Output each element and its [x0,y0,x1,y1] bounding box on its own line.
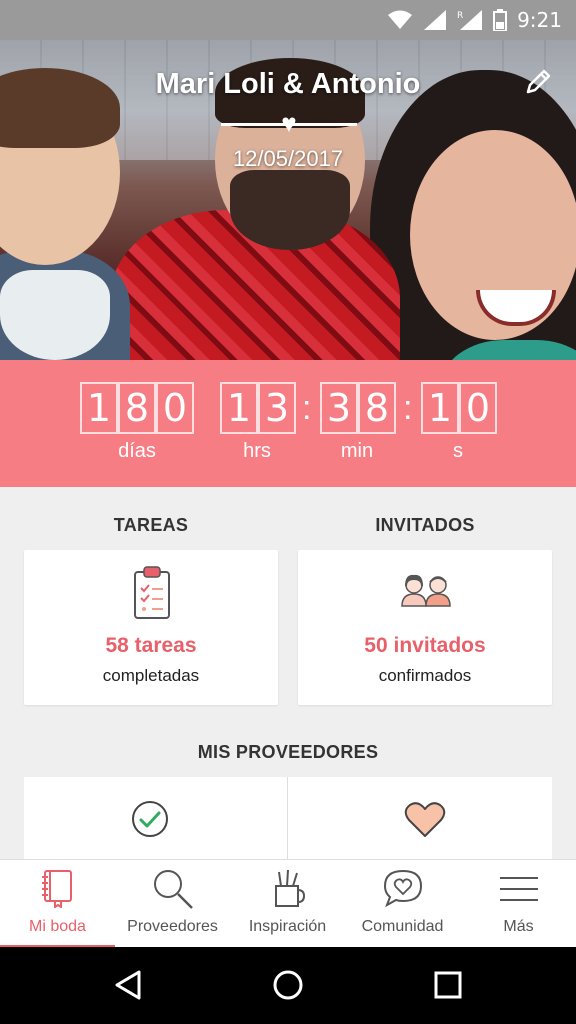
heart-icon: ♥ [281,108,297,138]
time-separator: : [403,389,413,427]
guests-card[interactable]: 50 invitados confirmados [298,550,552,705]
signal-icon [424,10,447,30]
hours-digit: 1 [220,382,258,434]
svg-text:R: R [457,11,463,21]
guests-subtitle: confirmados [378,666,472,685]
days-digit: 1 [80,382,118,434]
nav-label: Inspiración [248,918,327,935]
nav-item-mas[interactable]: Más [461,860,576,948]
status-time: 9:21 [517,8,562,32]
roaming-signal-icon: R [457,10,483,30]
nav-label: Mi boda [29,918,86,935]
wedding-countdown: 1 8 0 1 3 : 3 8 : 1 0 días hrs min s [0,360,576,487]
minutes-digit: 3 [320,382,358,434]
days-label: días [118,440,156,462]
nav-label: Proveedores [127,918,218,935]
couple-photo-header[interactable]: Mari Loli & Antonio ♥ 12/05/2017 [0,40,576,360]
vendors-section-title: MIS PROVEEDORES [197,742,379,762]
wedding-date: 12/05/2017 [232,146,344,171]
nav-item-mi-boda[interactable]: Mi boda [0,860,115,948]
tasks-section-title: TAREAS [113,515,189,535]
guests-section-title: INVITADOS [375,515,475,535]
heart-chat-bubble-icon [383,869,422,908]
recents-icon[interactable] [433,969,463,1001]
nav-item-proveedores[interactable]: Proveedores [115,860,230,948]
seconds-digit: 0 [459,382,497,434]
status-bar: R 9:21 [0,0,576,40]
minutes-digit: 8 [358,382,396,434]
seconds-label: s [453,440,463,462]
days-digit: 8 [118,382,156,434]
nav-label: Comunidad [361,918,444,935]
vendors-card[interactable] [24,777,552,859]
tasks-count: 58 tareas [105,634,197,657]
battery-icon [493,9,508,31]
heart-icon [404,802,446,837]
hamburger-menu-icon [499,877,538,901]
tasks-card[interactable]: 58 tareas completadas [24,550,278,705]
check-circle-icon [132,801,168,837]
hours-digit: 3 [258,382,296,434]
nav-label: Más [503,918,534,935]
guests-couple-icon [401,574,451,607]
couple-names: Mari Loli & Antonio [155,68,421,100]
nav-item-inspiracion[interactable]: Inspiración [230,860,345,948]
nav-item-comunidad[interactable]: Comunidad [345,860,460,948]
bottom-navigation: Mi boda Proveedores Inspiración Comunida… [0,859,576,948]
system-navigation-bar [0,947,576,1024]
brushes-cup-icon [274,869,305,907]
notebook-icon [41,870,72,908]
photo-man-beard [230,170,350,250]
search-icon [153,870,193,909]
time-separator: : [302,389,312,427]
pencil-icon[interactable] [522,66,554,98]
clipboard-checklist-icon [134,566,170,619]
days-digit: 0 [156,382,194,434]
tasks-subtitle: completadas [102,666,200,685]
vendors-card-divider [287,777,288,859]
dashboard-content: TAREAS INVITADOS 58 tareas completadas 5… [0,487,576,859]
seconds-digit: 1 [421,382,459,434]
photo-baby-bib [0,270,110,360]
home-icon[interactable] [272,969,304,1001]
wifi-icon [388,10,413,29]
back-icon[interactable] [113,969,143,1001]
guests-count: 50 invitados [364,634,486,657]
